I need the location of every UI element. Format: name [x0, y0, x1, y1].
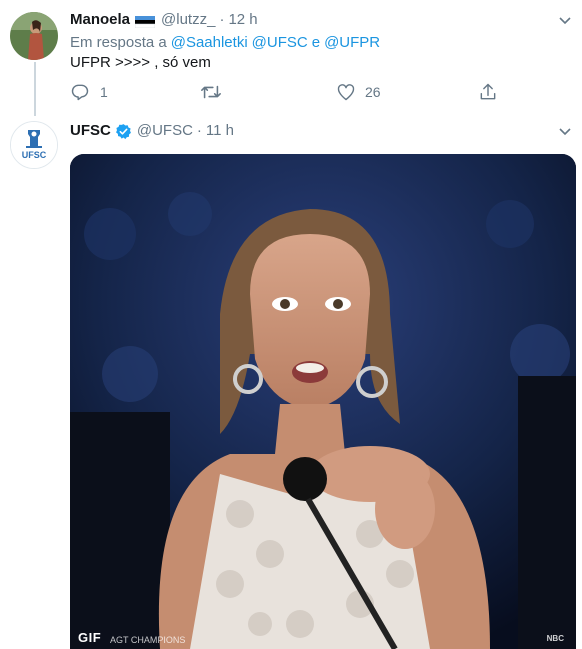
share-icon [480, 83, 496, 100]
media-watermark: AGT CHAMPIONS [110, 635, 186, 645]
reply-count: 1 [100, 84, 108, 100]
timestamp[interactable]: 11 h [206, 121, 234, 141]
tweet-actions: 1 26 [70, 82, 498, 102]
estonia-flag-icon [134, 14, 156, 29]
mention-link[interactable]: @UFPR [324, 33, 380, 53]
avatar-ufsc[interactable]: UFSC [10, 121, 58, 169]
handle[interactable]: @UFSC [137, 121, 193, 141]
retweet-icon [201, 85, 221, 99]
verified-badge-icon [115, 123, 132, 140]
reply-tweet[interactable]: Manoela @lutzz_ · 12 h Em resposta a @Sa… [0, 0, 582, 116]
avatar-label: UFSC [21, 150, 47, 160]
reply-context: Em resposta a @Saahletki @UFSC e @UFPR [70, 33, 380, 53]
avatar-manoela[interactable] [10, 12, 58, 60]
separator: · [196, 122, 202, 139]
timestamp[interactable]: 12 h [228, 10, 257, 30]
chevron-down-icon[interactable] [558, 125, 572, 139]
main-header: UFSC @UFSC · 11 h [70, 121, 234, 141]
reply-button[interactable]: 1 [70, 82, 200, 102]
gif-badge: GIF [78, 630, 102, 645]
tweet-text: UFPR >>>> , só vem [70, 54, 211, 71]
chevron-down-icon[interactable] [558, 14, 572, 28]
avatar-manoela-image [10, 12, 58, 60]
like-icon [337, 84, 355, 101]
like-button[interactable]: 26 [336, 82, 478, 102]
retweet-button[interactable] [200, 82, 336, 102]
mention-conjunction: e [311, 34, 321, 51]
reply-header: Manoela @lutzz_ · 12 h [70, 10, 258, 30]
reply-prefix: Em resposta a [70, 34, 167, 51]
handle[interactable]: @lutzz_ [161, 10, 215, 30]
separator: · [219, 11, 225, 28]
thread-connector [34, 62, 36, 116]
gif-media[interactable]: GIF AGT CHAMPIONS NBC [70, 154, 576, 649]
ufsc-logo-icon [11, 122, 57, 168]
network-logo: NBC [546, 634, 564, 643]
like-count: 26 [365, 84, 381, 100]
reply-icon [71, 84, 89, 101]
mention-link[interactable]: @UFSC [252, 33, 308, 53]
mention-link[interactable]: @Saahletki [171, 33, 248, 53]
display-name[interactable]: UFSC [70, 121, 111, 141]
share-button[interactable] [478, 82, 498, 102]
display-name[interactable]: Manoela [70, 10, 130, 30]
gif-frame-image [70, 154, 576, 649]
